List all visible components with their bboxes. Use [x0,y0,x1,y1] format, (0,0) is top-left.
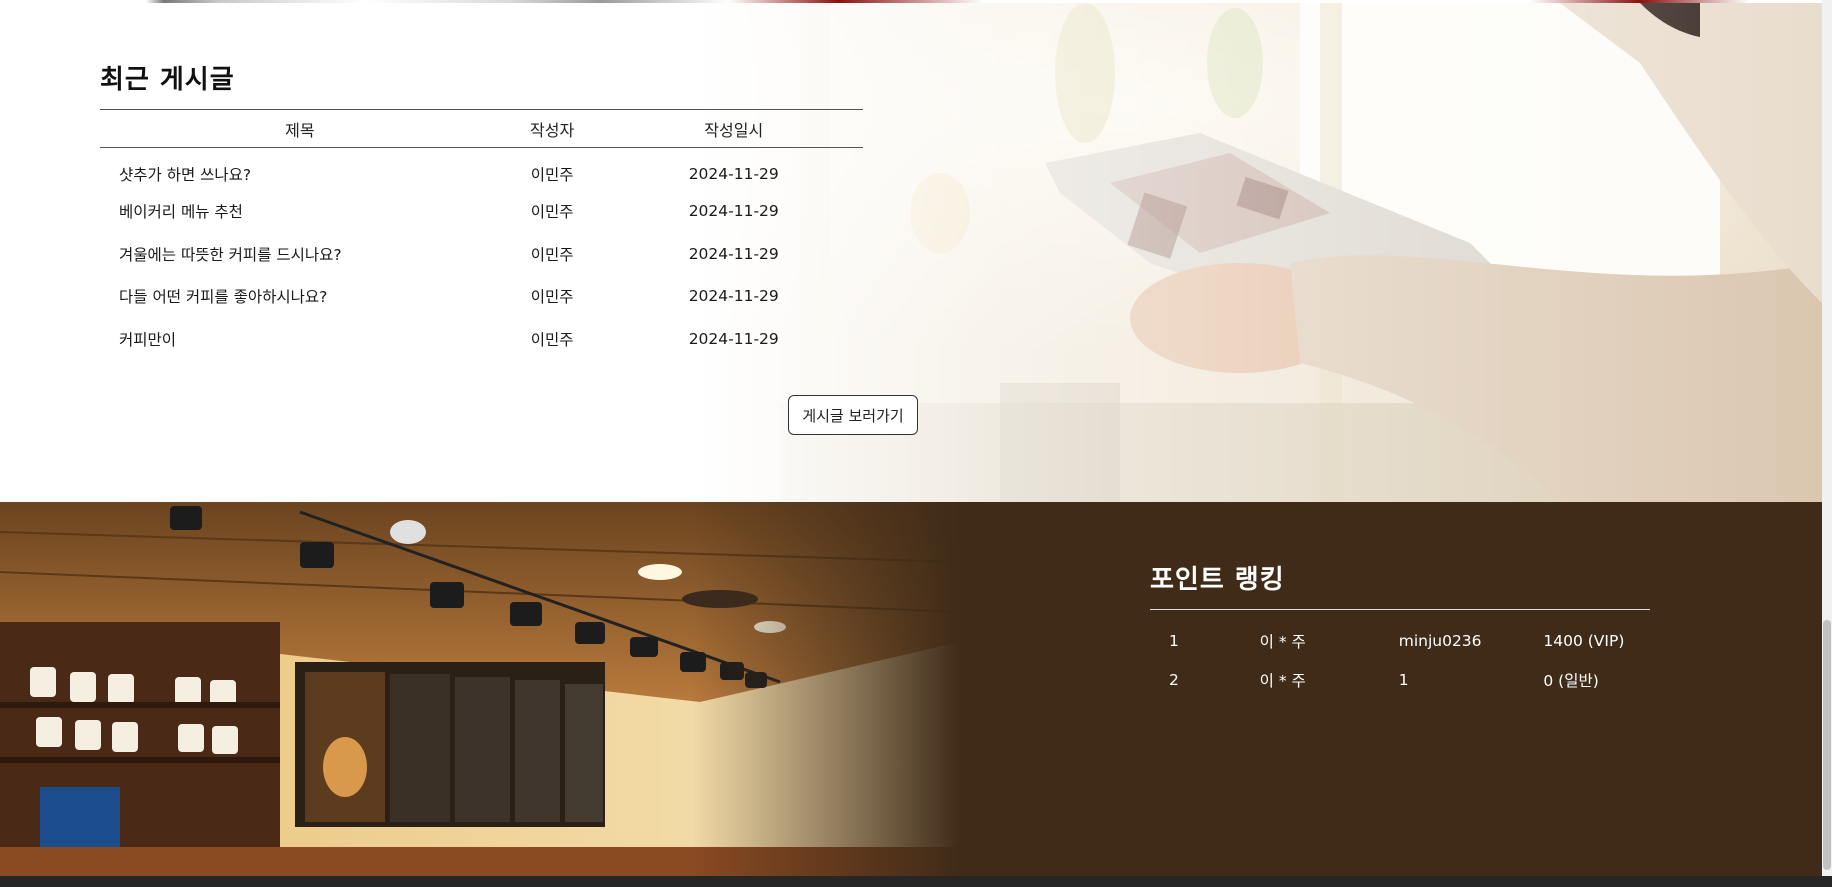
column-header-title: 제목 [100,109,500,148]
table-row[interactable]: 베이커리 메뉴 추천 이민주 2024-11-29 [100,190,863,233]
recent-posts-section: 최근 게시글 제목 작성자 작성일시 샷추가 하면 쓰나요? 이민주 2024-… [0,3,1822,502]
recent-posts-table: 제목 작성자 작성일시 샷추가 하면 쓰나요? 이민주 2024-11-29 베… [100,109,863,360]
view-posts-button[interactable]: 게시글 보러가기 [788,395,918,435]
post-title-link[interactable]: 다들 어떤 커피를 좋아하시나요? [100,275,500,318]
post-title-link[interactable]: 베이커리 메뉴 추천 [100,190,500,233]
post-date: 2024-11-29 [688,329,779,348]
member-name: 이 * 주 [1259,632,1306,651]
rank-number: 2 [1169,670,1179,689]
member-points: 1400 (VIP) [1543,631,1625,650]
member-id: minju0236 [1398,631,1482,650]
column-header-date: 작성일시 [604,109,863,148]
page-scrollbar[interactable] [1822,0,1832,877]
footer-edge [0,876,1832,887]
point-ranking-section: 포인트 랭킹 1 이 * 주 minju0236 1400 (VIP) 2 이 … [0,502,1822,876]
post-date: 2024-11-29 [688,164,779,183]
member-name: 이 * 주 [1259,671,1306,690]
post-date: 2024-11-29 [688,244,779,263]
scrollbar-thumb[interactable] [1823,620,1831,870]
ranking-row: 1 이 * 주 minju0236 1400 (VIP) [1150,621,1650,660]
recent-posts-panel: 최근 게시글 제목 작성자 작성일시 샷추가 하면 쓰나요? 이민주 2024-… [100,63,918,435]
post-author: 이민주 [530,245,574,264]
member-id: 1 [1398,670,1409,689]
post-title-link[interactable]: 겨울에는 따뜻한 커피를 드시나요? [100,233,500,276]
point-ranking-title: 포인트 랭킹 [1150,565,1285,595]
recent-posts-title: 최근 게시글 [100,65,235,95]
table-row[interactable]: 커피만이 이민주 2024-11-29 [100,318,863,361]
ranking-divider [1150,609,1650,610]
ranking-row: 2 이 * 주 1 0 (일반) [1150,660,1650,699]
post-author: 이민주 [530,288,574,307]
post-date: 2024-11-29 [688,287,779,306]
post-date: 2024-11-29 [688,202,779,221]
point-ranking-panel: 포인트 랭킹 1 이 * 주 minju0236 1400 (VIP) 2 이 … [1150,562,1650,699]
post-author: 이민주 [530,330,574,349]
column-header-author: 작성자 [499,109,605,148]
table-row[interactable]: 샷추가 하면 쓰나요? 이민주 2024-11-29 [100,148,863,191]
member-points: 0 (일반) [1543,671,1599,690]
rank-number: 1 [1169,631,1179,650]
point-ranking-table: 1 이 * 주 minju0236 1400 (VIP) 2 이 * 주 1 0… [1150,621,1650,699]
post-title-link[interactable]: 샷추가 하면 쓰나요? [100,148,500,191]
table-header-row: 제목 작성자 작성일시 [100,109,863,148]
cafe-interior-image [0,502,960,876]
post-author: 이민주 [530,203,574,222]
table-row[interactable]: 다들 어떤 커피를 좋아하시나요? 이민주 2024-11-29 [100,275,863,318]
post-author: 이민주 [530,165,574,184]
post-title-link[interactable]: 커피만이 [100,318,500,361]
table-row[interactable]: 겨울에는 따뜻한 커피를 드시나요? 이민주 2024-11-29 [100,233,863,276]
